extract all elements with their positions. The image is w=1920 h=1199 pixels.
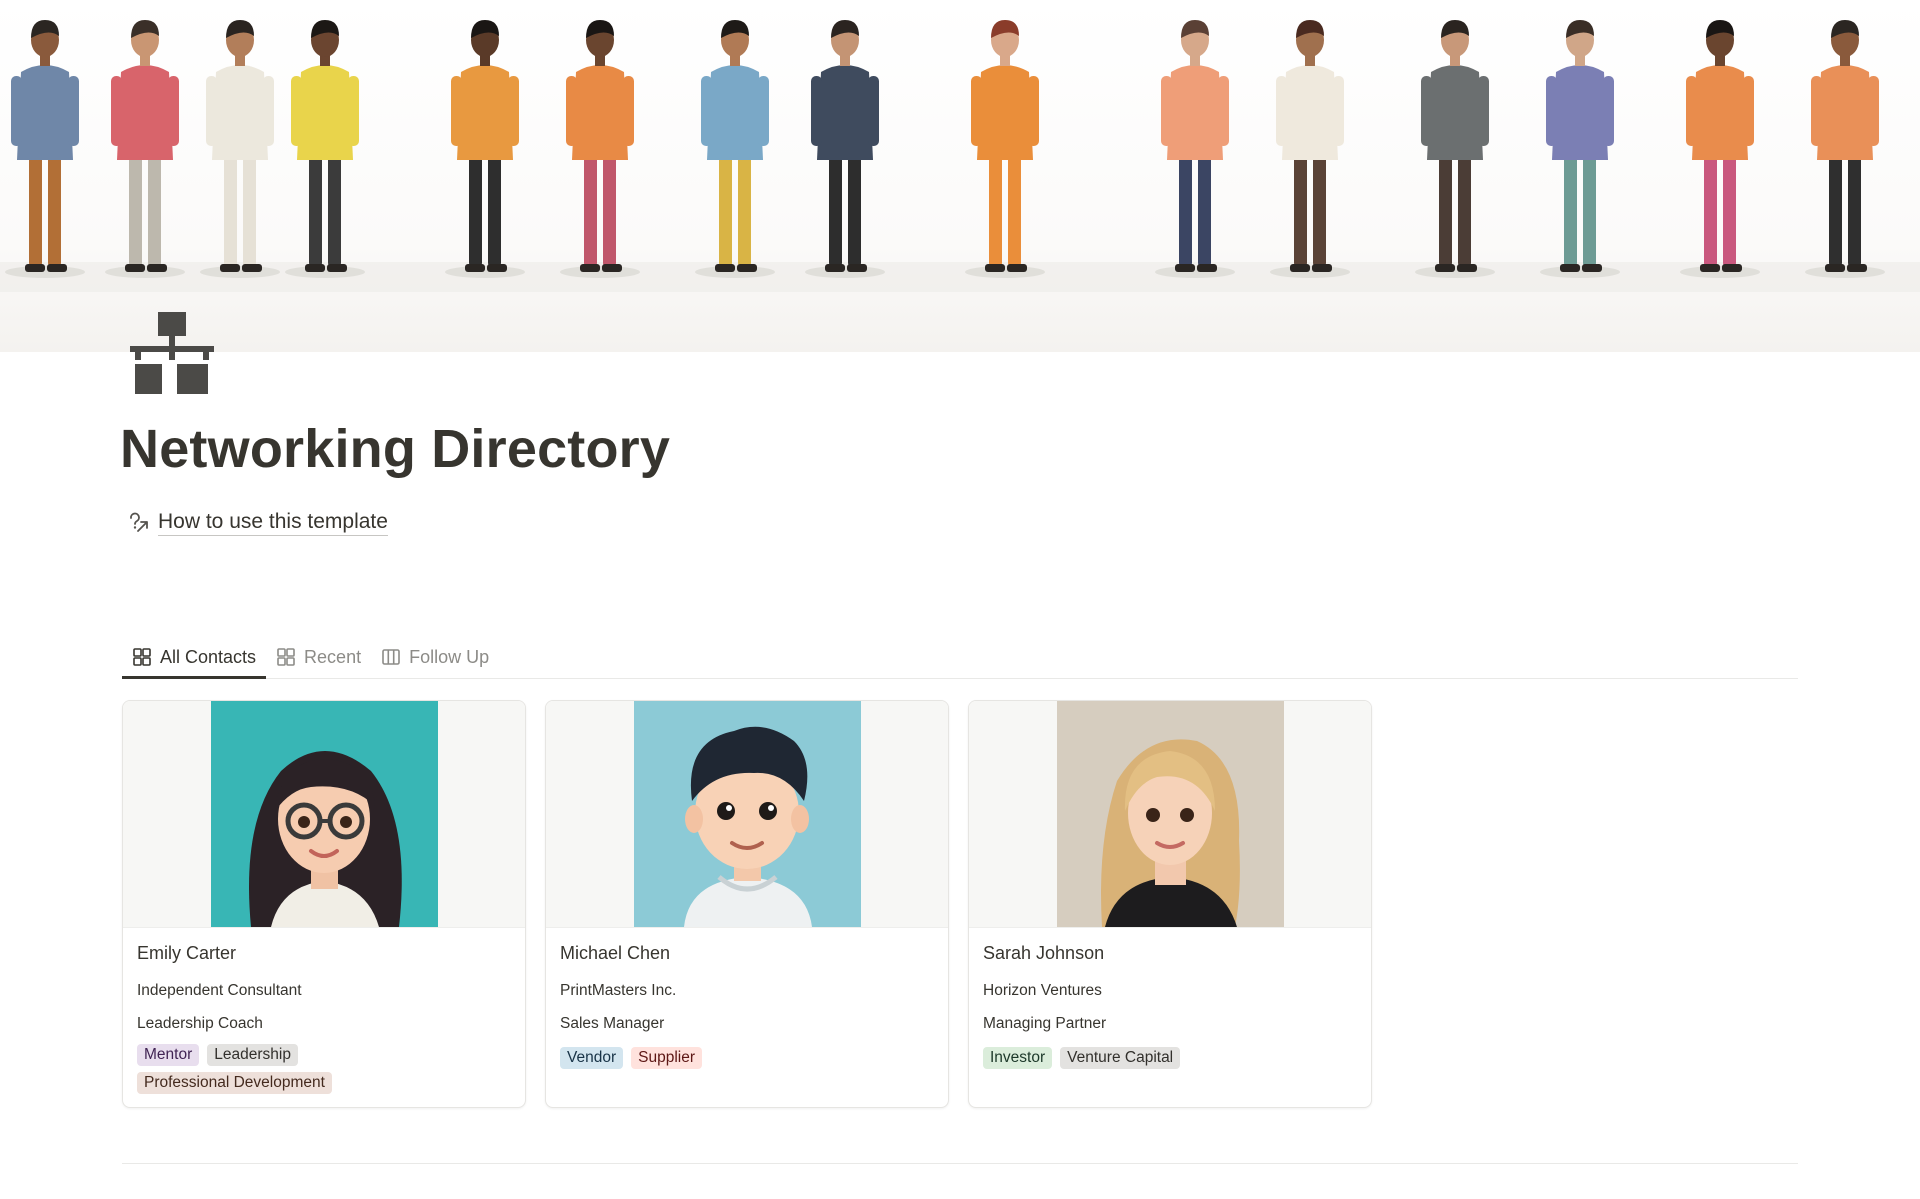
tab-all-contacts[interactable]: All Contacts — [122, 636, 267, 679]
person-figure — [1805, 20, 1885, 278]
cover-image[interactable] — [0, 0, 1920, 352]
person-figure — [695, 20, 775, 278]
person-figure — [105, 20, 185, 278]
tab-recent[interactable]: Recent — [266, 636, 371, 678]
tag-mentor: Mentor — [137, 1044, 200, 1066]
avatar — [210, 701, 438, 927]
contact-name: Emily Carter — [137, 943, 237, 963]
notion-page: Networking Directory How to use this tem… — [0, 0, 1920, 1199]
contact-company: Horizon Ventures — [983, 982, 1102, 999]
person-figure — [1415, 20, 1495, 278]
contact-card[interactable]: Sarah Johnson Horizon Ventures Managing … — [968, 700, 1372, 1108]
divider — [122, 1163, 1798, 1164]
people-illustration — [0, 20, 1920, 292]
org-chart-icon[interactable] — [130, 312, 214, 394]
card-cover — [546, 701, 948, 928]
help-arrow-icon — [130, 512, 148, 532]
person-figure — [285, 20, 365, 278]
person-figure — [1540, 20, 1620, 278]
tab-label: Recent — [304, 646, 362, 667]
avatar — [1056, 701, 1284, 927]
person-figure — [1270, 20, 1350, 278]
database-view-tabs: All Contacts Recent Follow Up — [122, 636, 1798, 679]
contact-role: Managing Partner — [983, 1015, 1107, 1032]
cover-floor — [0, 262, 1920, 292]
person-figure — [805, 20, 885, 278]
person-figure — [965, 20, 1045, 278]
contact-company: Independent Consultant — [137, 982, 302, 999]
person-figure — [5, 20, 85, 278]
gallery-icon — [133, 648, 151, 666]
contact-card[interactable]: Emily Carter Independent Consultant Lead… — [122, 700, 526, 1108]
avatar — [633, 701, 861, 927]
page-title[interactable]: Networking Directory — [120, 418, 670, 480]
person-figure — [560, 20, 640, 278]
card-cover — [123, 701, 525, 928]
how-to-use-link[interactable]: How to use this template — [128, 508, 388, 538]
gallery-icon — [277, 648, 295, 666]
tag-investor: Investor — [983, 1047, 1053, 1069]
contact-card[interactable]: Michael Chen PrintMasters Inc. Sales Man… — [545, 700, 949, 1108]
person-figure — [1155, 20, 1235, 278]
contact-name: Sarah Johnson — [983, 943, 1105, 963]
board-icon — [382, 649, 400, 665]
card-cover — [969, 701, 1371, 928]
contact-name: Michael Chen — [560, 943, 671, 963]
contact-role: Leadership Coach — [137, 1015, 263, 1032]
contact-tags: Investor Venture Capital — [983, 1047, 1343, 1069]
contact-company: PrintMasters Inc. — [560, 982, 677, 999]
tag-leadership: Leadership — [207, 1044, 298, 1066]
tag-venture-capital: Venture Capital — [1060, 1047, 1181, 1069]
tab-label: Follow Up — [409, 646, 490, 667]
person-figure — [1680, 20, 1760, 278]
person-figure — [200, 20, 280, 278]
how-to-use-label[interactable]: How to use this template — [158, 510, 388, 536]
tab-follow-up[interactable]: Follow Up — [371, 636, 499, 678]
contact-tags: Vendor Supplier — [560, 1047, 920, 1069]
tab-label: All Contacts — [160, 646, 257, 667]
contact-tags: Mentor Leadership Professional Developme… — [137, 1044, 497, 1094]
tag-vendor: Vendor — [560, 1047, 624, 1069]
contact-role: Sales Manager — [560, 1015, 665, 1032]
tag-professional-development: Professional Development — [137, 1072, 332, 1094]
tag-supplier: Supplier — [631, 1047, 703, 1069]
person-figure — [445, 20, 525, 278]
